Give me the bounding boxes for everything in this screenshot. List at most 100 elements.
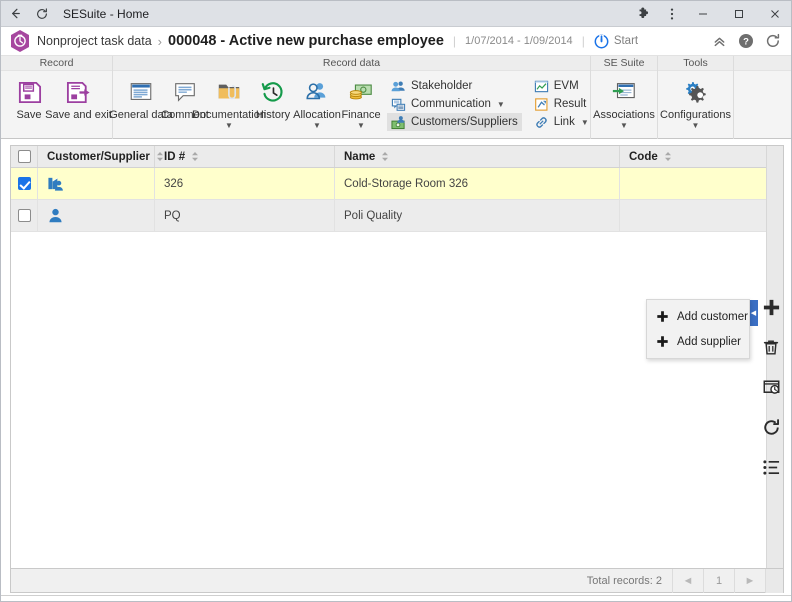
help-circle-icon[interactable]: ? (738, 33, 754, 49)
list-options-button[interactable] (760, 456, 782, 478)
window-minimize-button[interactable] (685, 1, 721, 27)
footer-gutter (765, 568, 783, 593)
power-icon (594, 34, 609, 49)
breadcrumb-parent[interactable]: Nonproject task data (37, 34, 152, 48)
window-maximize-button[interactable] (721, 1, 757, 27)
stakeholder-button[interactable]: Stakeholder (387, 77, 522, 95)
ribbon-small-column-1: Stakeholder Communication ▼ Customers/Su… (387, 75, 522, 131)
row-id-cell: PQ (155, 200, 335, 231)
browser-reload-button[interactable] (29, 1, 55, 27)
column-header-label: Code (629, 150, 658, 163)
associations-button[interactable]: Associations ▼ (593, 75, 655, 130)
refresh-icon[interactable] (765, 33, 781, 49)
column-header-label: ID # (164, 150, 186, 163)
three-dots-vertical-icon[interactable] (659, 1, 685, 27)
evm-button[interactable]: EVM (530, 77, 593, 95)
application-window: SESuite - Home Nonproject task data › 00… (0, 0, 792, 602)
configurations-button-label: Configurations (660, 109, 731, 121)
chevron-down-icon[interactable]: ▼ (620, 122, 628, 130)
chevron-down-icon[interactable]: ▼ (692, 122, 700, 130)
company-person-icon (47, 175, 64, 192)
result-button-label: Result (553, 98, 587, 110)
menu-item-add-customer[interactable]: Add customer (647, 304, 749, 329)
previous-page-button[interactable]: ◄ (673, 569, 703, 593)
select-all-checkbox-cell[interactable] (11, 146, 38, 167)
delete-button[interactable] (760, 336, 782, 358)
row-code-cell (620, 200, 765, 231)
ribbon-group-tools: Tools Configurations ▼ (658, 56, 734, 139)
history-button-label: History (255, 109, 291, 121)
finance-button-label: Finance (341, 109, 381, 121)
preview-button[interactable] (760, 376, 782, 398)
puzzle-icon[interactable] (629, 1, 659, 27)
allocation-people-icon (304, 77, 330, 107)
history-button[interactable]: History (251, 75, 295, 121)
sort-toggle-icon[interactable] (381, 151, 389, 162)
breadcrumb-separator: › (157, 33, 162, 49)
browser-back-button[interactable] (1, 1, 29, 27)
customers-suppliers-button[interactable]: Customers/Suppliers (387, 113, 522, 131)
result-button[interactable]: Result (530, 95, 593, 113)
stakeholder-button-label: Stakeholder (411, 80, 473, 92)
add-button[interactable] (760, 296, 782, 318)
chevron-down-icon[interactable]: ▼ (581, 118, 589, 127)
associations-button-label: Associations (593, 109, 655, 121)
plus-icon (656, 310, 669, 323)
stakeholder-people-icon (390, 79, 407, 94)
save-and-exit-button[interactable]: Save and exit (45, 75, 112, 121)
sort-toggle-icon[interactable] (664, 151, 672, 162)
row-id-cell: 326 (155, 168, 335, 199)
row-checkbox[interactable] (17, 209, 31, 222)
allocation-button-label: Allocation (293, 109, 341, 121)
person-icon (47, 207, 64, 224)
column-header-customer-supplier[interactable]: Customer/Supplier (38, 146, 163, 167)
chevron-down-icon[interactable]: ▼ (357, 122, 365, 130)
table-row[interactable]: PQ Poli Quality (11, 200, 783, 232)
link-chain-icon (533, 115, 550, 130)
history-clock-icon (260, 77, 286, 107)
row-select-cell[interactable] (11, 200, 38, 231)
row-type-cell (38, 168, 155, 199)
comment-balloon-icon (172, 77, 198, 107)
documentation-button[interactable]: Documentation ▼ (192, 75, 266, 130)
header-divider-2: | (581, 34, 585, 48)
svg-text:?: ? (743, 37, 749, 48)
toolbar-collapse-handle[interactable]: ◀ (749, 300, 758, 326)
link-button[interactable]: Link ▼ (530, 113, 593, 131)
general-data-button[interactable]: General data (109, 75, 173, 121)
refresh-button[interactable] (760, 416, 782, 438)
total-records-label: Total records: 2 (586, 574, 662, 587)
window-close-button[interactable] (757, 1, 791, 27)
configurations-button[interactable]: Configurations ▼ (660, 75, 731, 130)
next-page-button[interactable]: ► (735, 569, 765, 593)
sort-toggle-icon[interactable] (191, 151, 199, 162)
current-page-number[interactable]: 1 (704, 569, 734, 593)
header-actions: ? (712, 33, 785, 49)
row-type-cell (38, 200, 155, 231)
chevron-double-up-icon[interactable] (712, 34, 727, 49)
grid-action-toolbar (758, 146, 784, 568)
select-all-checkbox[interactable] (17, 150, 31, 163)
column-header-name[interactable]: Name (335, 146, 620, 167)
column-header-code[interactable]: Code (620, 146, 765, 167)
page-title: 000048 - Active new purchase employee (168, 33, 444, 49)
table-row[interactable]: 326 Cold-Storage Room 326 (11, 168, 783, 200)
allocation-button[interactable]: Allocation ▼ (293, 75, 341, 130)
customers-suppliers-icon (390, 115, 407, 130)
finance-button[interactable]: Finance ▼ (339, 75, 383, 130)
column-header-id[interactable]: ID # (155, 146, 335, 167)
menu-item-label: Add supplier (677, 335, 741, 348)
menu-item-add-supplier[interactable]: Add supplier (647, 329, 749, 354)
grid-footer: Total records: 2 ◄ 1 ► (10, 568, 784, 593)
chevron-down-icon[interactable]: ▼ (313, 122, 321, 130)
chevron-down-icon[interactable]: ▼ (497, 100, 505, 109)
communication-button[interactable]: Communication ▼ (387, 95, 522, 113)
chevron-down-icon[interactable]: ▼ (225, 122, 233, 130)
documentation-folder-clip-icon (216, 77, 242, 107)
ribbon-group-record-data: Record data General data Comment Documen… (109, 56, 593, 139)
communication-icon (390, 97, 407, 112)
customers-suppliers-button-label: Customers/Suppliers (411, 116, 518, 128)
row-checkbox[interactable] (17, 177, 31, 190)
row-select-cell[interactable] (11, 168, 38, 199)
browser-toolbar: SESuite - Home (1, 1, 791, 27)
